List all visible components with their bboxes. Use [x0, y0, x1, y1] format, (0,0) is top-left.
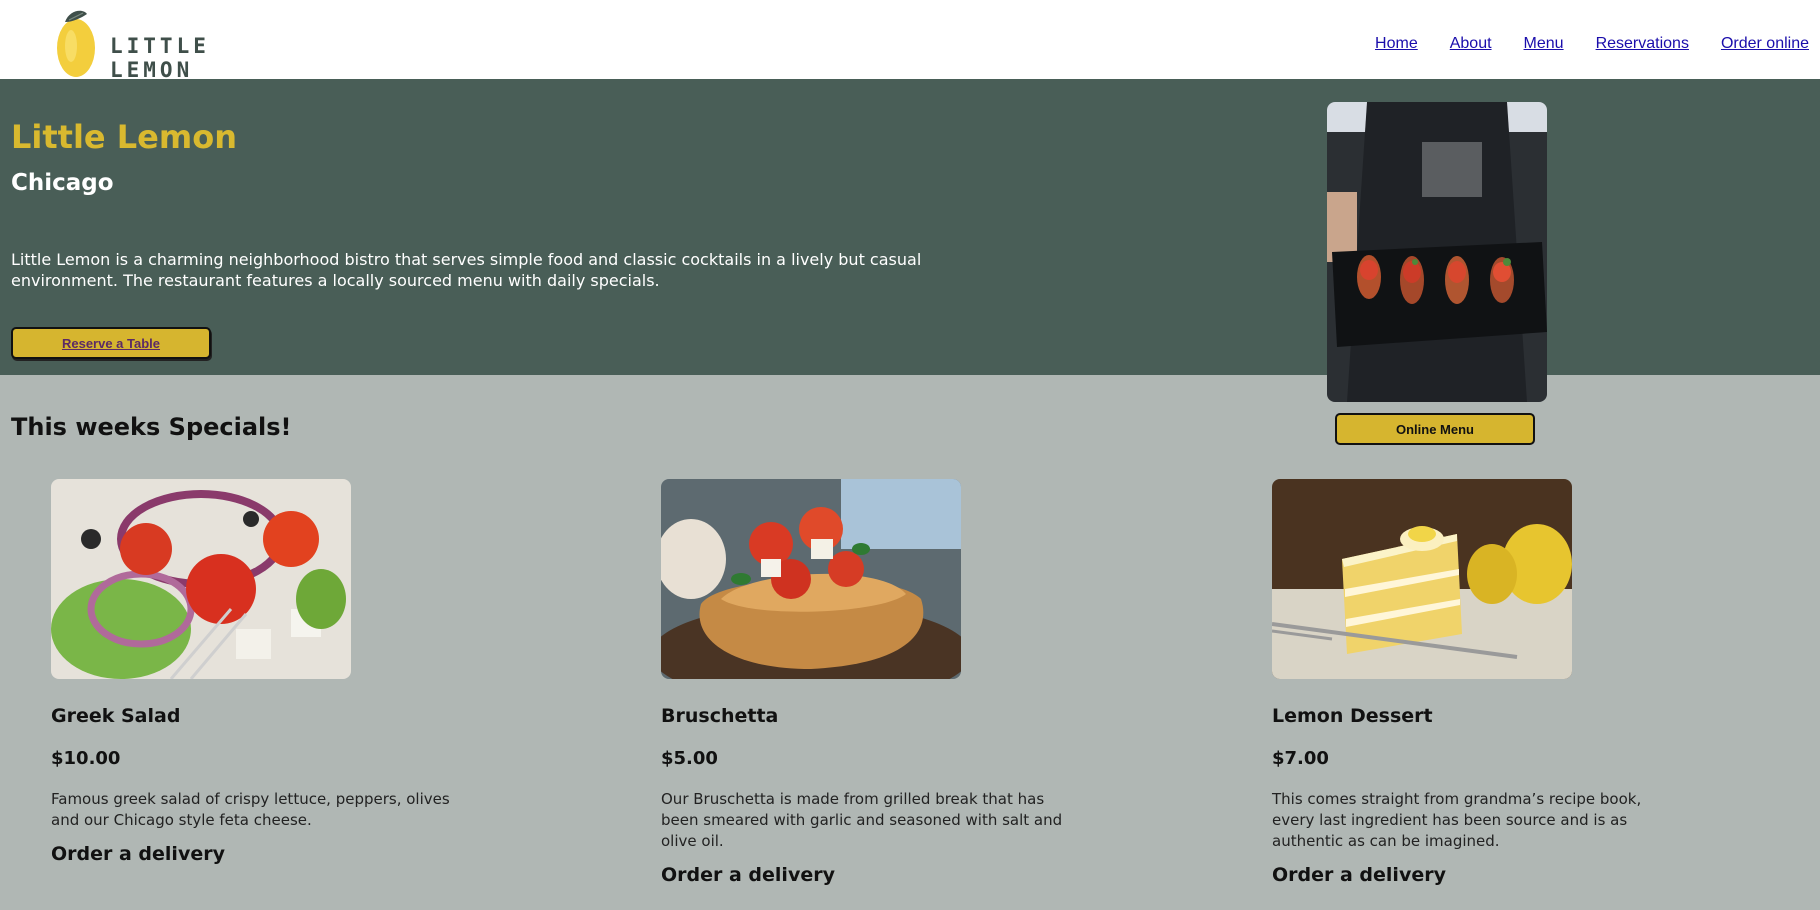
hero-subtitle: Chicago	[11, 170, 114, 196]
special-card-bruschetta: Bruschetta $5.00 Our Bruschetta is made …	[661, 479, 1101, 886]
order-delivery-link[interactable]: Order a delivery	[1272, 864, 1712, 886]
site-header: LITTLE LEMON Home About Menu Reservation…	[0, 0, 1820, 82]
bruschetta-image	[661, 479, 961, 679]
nav-reservations-link[interactable]: Reservations	[1596, 35, 1689, 53]
hero-section	[0, 79, 1820, 375]
logo[interactable]: LITTLE LEMON	[55, 8, 305, 82]
nav-menu-link[interactable]: Menu	[1524, 35, 1564, 53]
special-description: Our Bruschetta is made from grilled brea…	[661, 790, 1063, 850]
hero-image	[1327, 102, 1547, 402]
lemon-icon	[57, 10, 95, 77]
special-price: $10.00	[51, 748, 121, 769]
specials-title: This weeks Specials!	[11, 413, 292, 441]
hero-description: Little Lemon is a charming neighborhood …	[11, 250, 922, 290]
logo-text: LITTLE LEMON	[110, 34, 210, 82]
nav-home-link[interactable]: Home	[1375, 35, 1418, 53]
hero-title: Little Lemon	[11, 118, 237, 156]
special-card-lemon-dessert: Lemon Dessert $7.00 This comes straight …	[1272, 479, 1712, 886]
special-card-greek-salad: Greek Salad $10.00 Famous greek salad of…	[51, 479, 491, 865]
special-price: $7.00	[1272, 748, 1329, 769]
special-description: This comes straight from grandma’s recip…	[1272, 790, 1642, 850]
special-name: Bruschetta	[661, 705, 779, 727]
nav-order-online-link[interactable]: Order online	[1721, 35, 1809, 53]
reserve-table-button[interactable]: Reserve a Table	[11, 327, 211, 359]
nav-about-link[interactable]: About	[1450, 35, 1492, 53]
special-name: Greek Salad	[51, 705, 181, 727]
order-delivery-link[interactable]: Order a delivery	[661, 864, 1101, 886]
special-name: Lemon Dessert	[1272, 705, 1433, 727]
special-description: Famous greek salad of crispy lettuce, pe…	[51, 790, 450, 829]
special-price: $5.00	[661, 748, 718, 769]
order-delivery-link[interactable]: Order a delivery	[51, 843, 491, 865]
lemon-dessert-image	[1272, 479, 1572, 679]
main-nav: Home About Menu Reservations Order onlin…	[1375, 35, 1809, 53]
online-menu-button[interactable]: Online Menu	[1335, 413, 1535, 445]
greek-salad-image	[51, 479, 351, 679]
